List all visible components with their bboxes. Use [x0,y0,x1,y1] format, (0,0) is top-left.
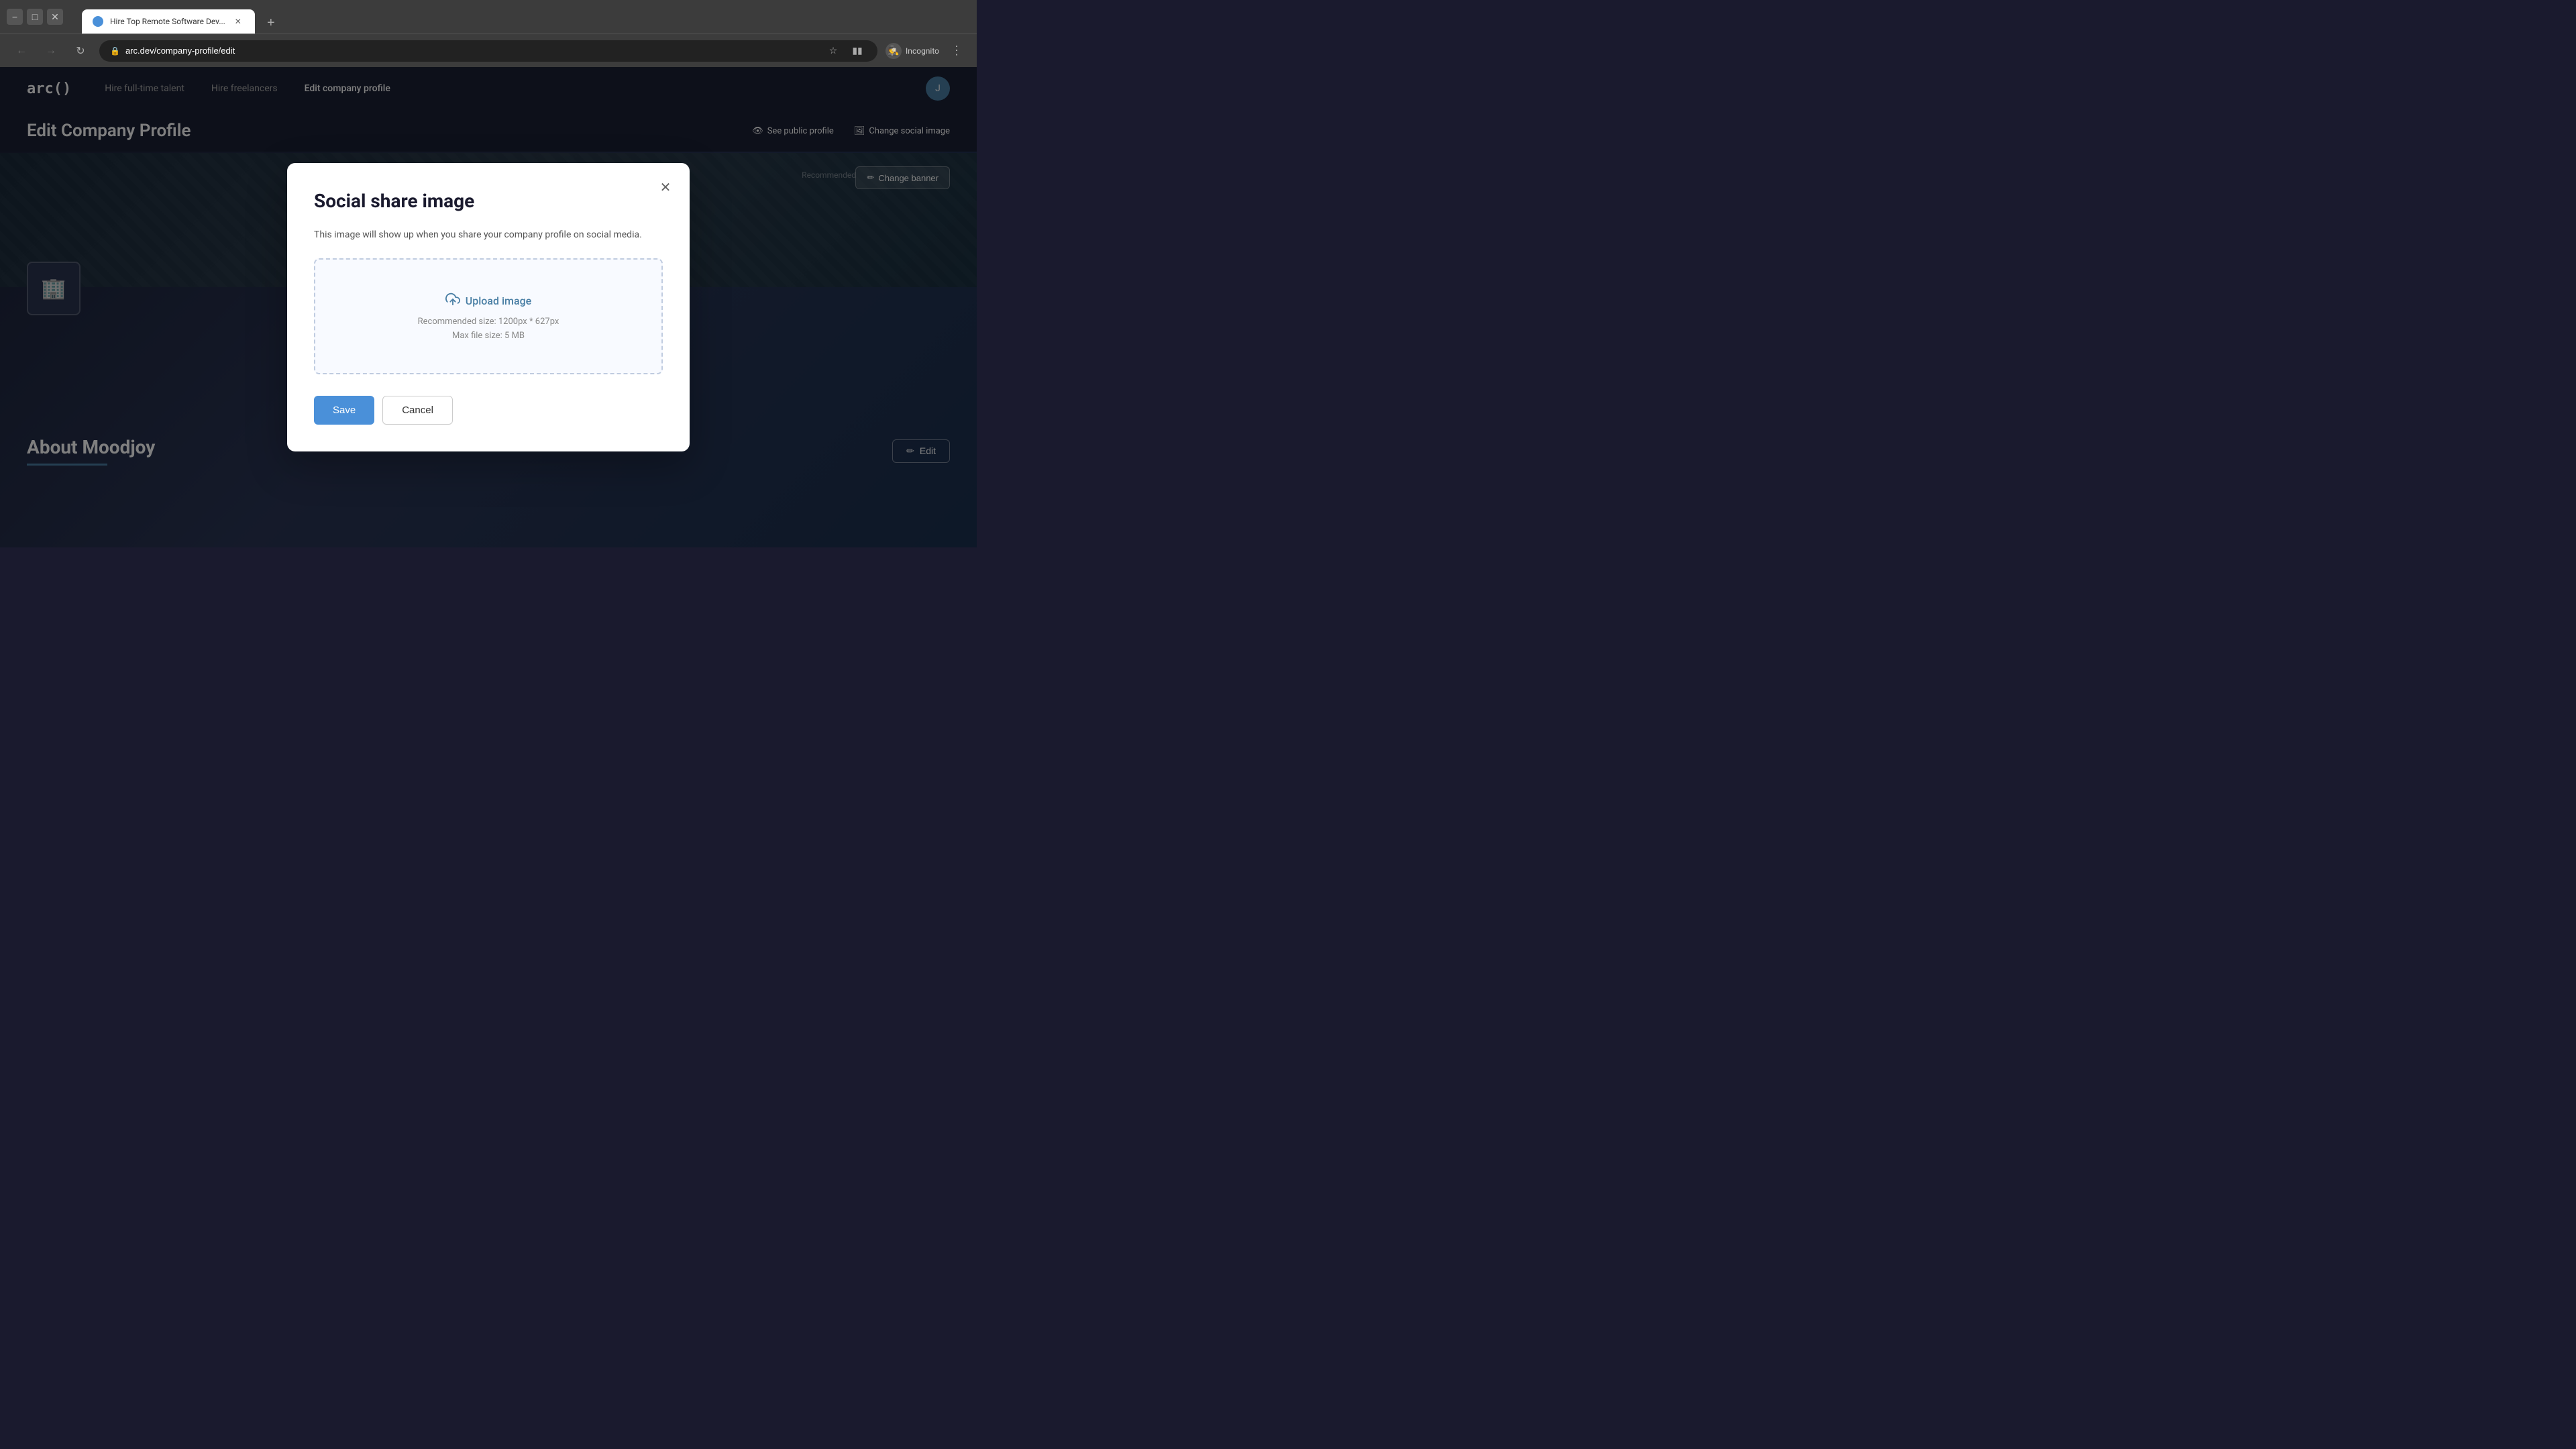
browser-menu-button[interactable]: ⋮ [947,42,966,60]
incognito-label: Incognito [906,46,939,56]
lock-icon: 🔒 [110,46,120,56]
browser-toolbar: ← → ↻ 🔒 ☆ ▮▮ 🕵 Incognito ⋮ [0,34,977,67]
upload-area[interactable]: Upload image Recommended size: 1200px * … [314,258,663,374]
incognito-icon: 🕵 [885,43,902,59]
bookmark-button[interactable]: ☆ [824,42,843,60]
address-bar-actions: ☆ ▮▮ [824,42,867,60]
upload-recommended-size: Recommended size: 1200px * 627px [331,317,645,327]
forward-button[interactable]: → [40,40,62,62]
tab-bar: Hire Top Remote Software Dev... ✕ + [75,0,288,34]
extensions-button[interactable]: ▮▮ [848,42,867,60]
browser-titlebar: − □ ✕ Hire Top Remote Software Dev... ✕ … [0,0,977,34]
back-button[interactable]: ← [11,40,32,62]
upload-image-link[interactable]: Upload image [445,292,532,310]
upload-label: Upload image [466,294,532,307]
save-button[interactable]: Save [314,396,374,425]
browser-tab-active[interactable]: Hire Top Remote Software Dev... ✕ [82,9,255,34]
reload-button[interactable]: ↻ [70,40,91,62]
maximize-button[interactable]: □ [27,9,43,25]
browser-chrome: − □ ✕ Hire Top Remote Software Dev... ✕ … [0,0,977,67]
address-bar[interactable]: 🔒 ☆ ▮▮ [99,40,877,62]
upload-max-file-size: Max file size: 5 MB [331,331,645,341]
upload-cloud-icon [445,292,460,310]
new-tab-button[interactable]: + [260,12,282,34]
modal-title: Social share image [314,190,663,212]
window-controls: − □ ✕ [7,9,63,25]
modal-actions: Save Cancel [314,396,663,425]
page-content: arc() Hire full-time talent Hire freelan… [0,67,977,547]
tab-close-button[interactable]: ✕ [232,15,244,28]
incognito-badge: 🕵 Incognito [885,43,939,59]
modal-close-button[interactable]: ✕ [655,176,676,198]
address-input[interactable] [125,46,818,56]
tab-title: Hire Top Remote Software Dev... [110,17,225,26]
modal-description: This image will show up when you share y… [314,228,663,242]
social-share-image-modal: ✕ Social share image This image will sho… [287,163,690,451]
cancel-button[interactable]: Cancel [382,396,453,425]
close-button[interactable]: ✕ [47,9,63,25]
minimize-button[interactable]: − [7,9,23,25]
tab-favicon [93,16,103,27]
